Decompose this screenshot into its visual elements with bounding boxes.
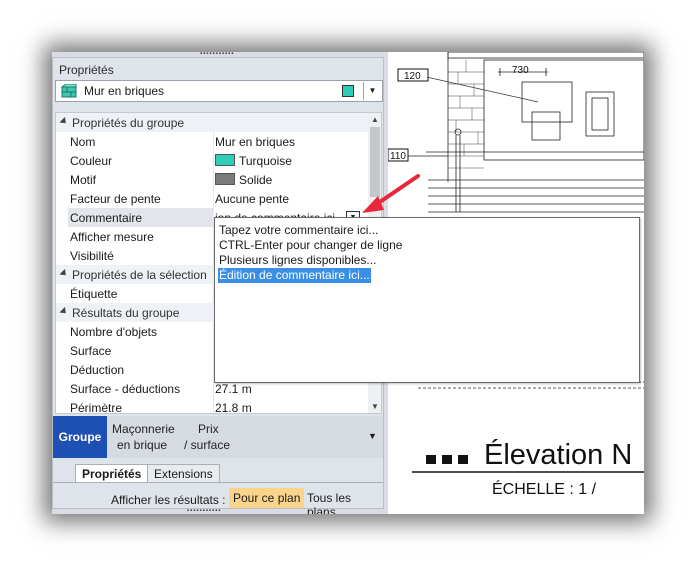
wall-icon: [61, 84, 77, 98]
property-name: Périmètre: [70, 401, 123, 414]
property-row[interactable]: Couleur Turquoise: [56, 151, 368, 170]
object-selector[interactable]: Mur en briques ▼: [55, 80, 383, 102]
property-name: Commentaire: [70, 211, 143, 225]
tab-extensions[interactable]: Extensions: [147, 464, 220, 483]
property-value: Mur en briques: [215, 135, 296, 149]
column-separator: [213, 151, 214, 170]
tab-proprietes[interactable]: Propriétés: [75, 464, 149, 483]
property-name: Propriétés du groupe: [72, 116, 185, 130]
property-row[interactable]: Motif Solide: [56, 170, 368, 189]
group-col2-line2: / surface: [184, 438, 231, 452]
dropdown-item[interactable]: Plusieurs lignes disponibles...: [218, 253, 377, 268]
panel-title: Propriétés: [59, 63, 114, 77]
property-name: Facteur de pente: [70, 192, 161, 206]
property-row[interactable]: Nom Mur en briques: [56, 132, 368, 151]
property-name: Motif: [70, 173, 97, 187]
scroll-up-icon[interactable]: ▲: [371, 115, 379, 124]
elevation-title: Élevation N: [484, 438, 632, 471]
tag-120: 120: [404, 71, 421, 82]
selector-label: Mur en briques: [84, 84, 165, 98]
expand-triangle-icon[interactable]: [59, 268, 69, 279]
dimension-730: 730: [512, 65, 529, 76]
property-row[interactable]: Périmètre 21.8 m: [56, 398, 368, 414]
property-value: Solide: [239, 173, 273, 187]
dropdown-item[interactable]: Tapez votre commentaire ici...: [218, 223, 379, 238]
results-all-plans-button[interactable]: Tous les plans: [303, 488, 383, 514]
results-label: Afficher les résultats :: [111, 493, 226, 507]
property-name: Visibilité: [70, 249, 114, 263]
property-name: Couleur: [70, 154, 113, 168]
property-name: Résultats du groupe: [72, 306, 180, 320]
expand-triangle-icon[interactable]: [59, 116, 69, 127]
tab-divider: [53, 482, 383, 483]
results-this-plan-button[interactable]: Pour ce plan: [229, 488, 305, 508]
property-group-row[interactable]: Propriétés du groupe: [56, 113, 368, 132]
property-name: Nombre d'objets: [70, 325, 157, 339]
property-row[interactable]: Facteur de pente Aucune pente: [56, 189, 368, 208]
color-swatch: [215, 173, 235, 185]
property-name: Étiquette: [70, 287, 118, 301]
group-col1-line2: en brique: [117, 438, 168, 452]
property-value: Turquoise: [239, 154, 292, 168]
groupe-button[interactable]: Groupe: [53, 416, 107, 458]
scale-text: ÉCHELLE : 1 /: [492, 479, 597, 498]
scroll-thumb[interactable]: [370, 127, 380, 197]
property-name: Déduction: [70, 363, 125, 377]
chevron-down-icon[interactable]: ▼: [368, 431, 377, 441]
tag-110: 110: [390, 151, 406, 162]
expand-triangle-icon[interactable]: [59, 306, 69, 317]
splitter-grip-bottom[interactable]: ▪▪▪▪▪▪▪▪▪▪▪: [187, 508, 221, 514]
property-name: Nom: [70, 135, 96, 149]
color-swatch: [215, 154, 235, 166]
dropdown-item[interactable]: Édition de commentaire ici...: [218, 268, 371, 283]
dropdown-item[interactable]: CTRL-Enter pour changer de ligne: [218, 238, 403, 253]
property-value: 27.1 m: [215, 382, 252, 396]
property-value: Aucune pente: [215, 192, 290, 206]
property-name: Surface - déductions: [70, 382, 181, 396]
column-separator: [213, 398, 214, 413]
property-name: Afficher mesure: [70, 230, 154, 244]
group-bar: Groupe Maçonnerie en brique Prix / surfa…: [53, 416, 383, 458]
property-value: 21.8 m: [215, 401, 252, 414]
column-separator: [213, 132, 214, 151]
chevron-down-icon[interactable]: ▼: [363, 82, 381, 100]
selector-color-swatch: [342, 85, 354, 97]
comment-dropdown-list[interactable]: Tapez votre commentaire ici... CTRL-Enter…: [214, 217, 640, 383]
group-col2-line1: Prix: [198, 422, 219, 436]
group-col1-line1: Maçonnerie: [112, 422, 175, 436]
column-separator: [213, 170, 214, 189]
column-separator: [213, 189, 214, 208]
property-name: Propriétés de la sélection: [72, 268, 207, 282]
property-name: Surface: [70, 344, 112, 358]
scroll-down-icon[interactable]: ▼: [371, 402, 379, 411]
